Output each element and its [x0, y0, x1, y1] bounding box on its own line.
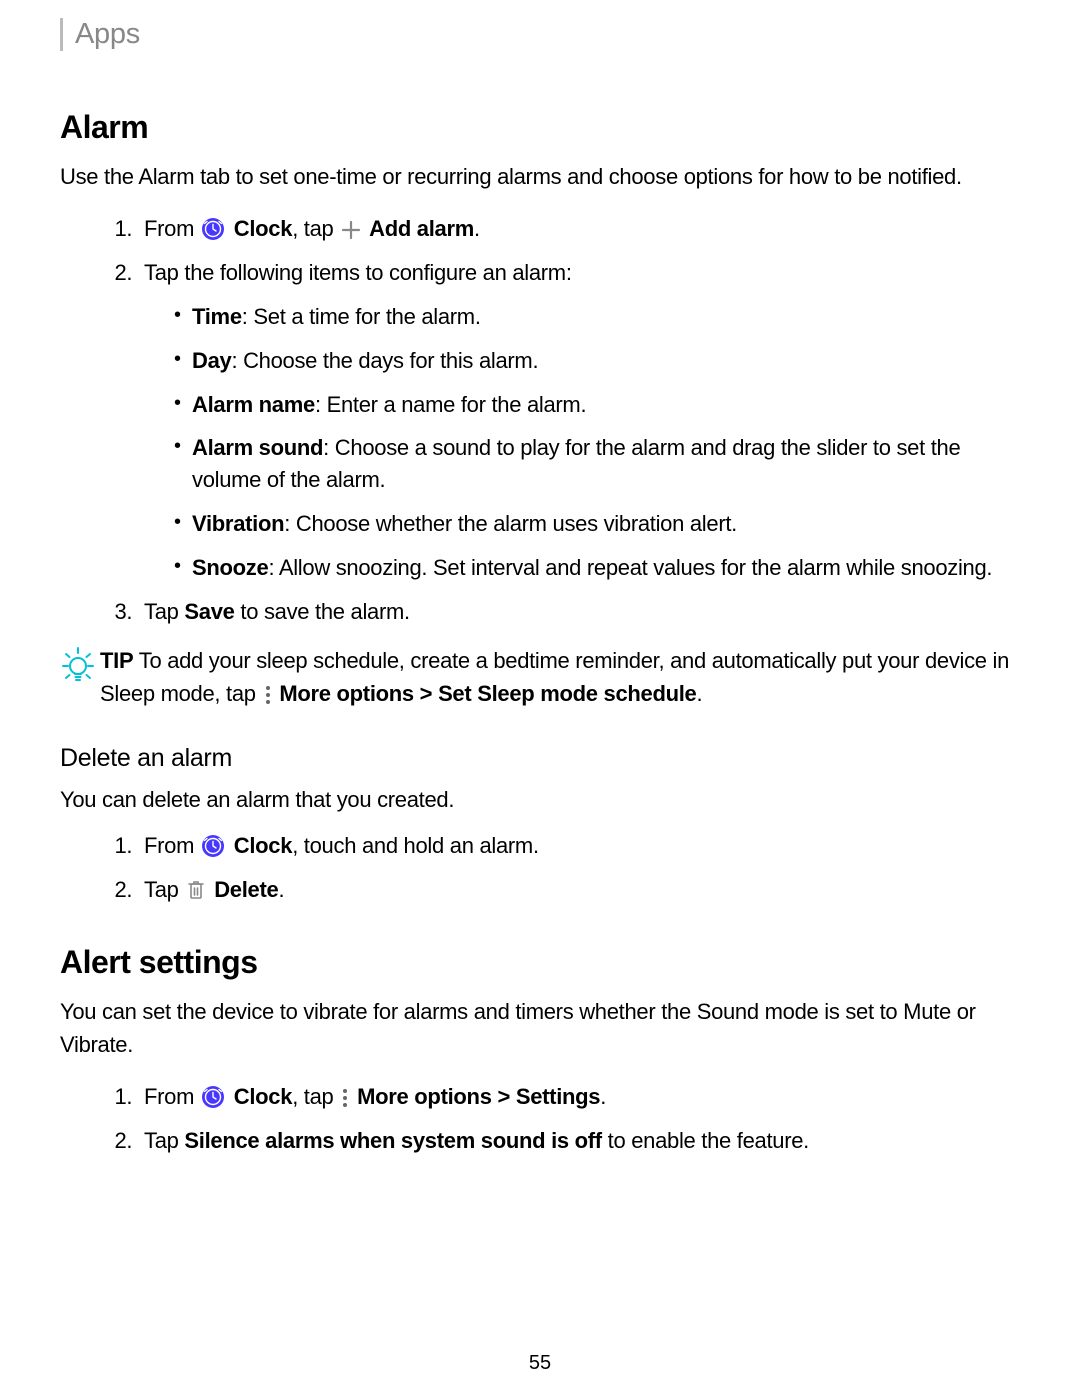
silence-alarms-label: Silence alarms when system sound is off: [184, 1128, 601, 1153]
plus-icon: [341, 220, 361, 240]
config-time: Time: Set a time for the alarm.: [174, 301, 1020, 333]
add-alarm-label: Add alarm: [369, 216, 474, 241]
config-label: Snooze: [192, 555, 268, 580]
text-from: From: [144, 833, 194, 858]
heading-alarm: Alarm: [60, 109, 1020, 146]
alert-step-1: From Clock, tap More options > Settings.: [138, 1081, 1020, 1113]
more-options-label: More options: [357, 1084, 492, 1109]
config-label: Alarm sound: [192, 435, 323, 460]
heading-delete-alarm: Delete an alarm: [60, 744, 1020, 773]
alarm-step-2: Tap the following items to configure an …: [138, 257, 1020, 584]
period: .: [696, 681, 702, 706]
alert-steps: From Clock, tap More options > Settings.…: [60, 1081, 1020, 1157]
text-tap: , tap: [292, 216, 333, 241]
period: .: [600, 1084, 606, 1109]
text-from: From: [144, 216, 194, 241]
alarm-intro: Use the Alarm tab to set one-time or rec…: [60, 160, 1020, 193]
config-desc: : Choose whether the alarm uses vibratio…: [284, 511, 737, 536]
text-rest: , touch and hold an alarm.: [292, 833, 539, 858]
config-day: Day: Choose the days for this alarm.: [174, 345, 1020, 377]
tip-callout: TIP To add your sleep schedule, create a…: [60, 644, 1020, 710]
config-label: Day: [192, 348, 231, 373]
clock-label: Clock: [234, 1084, 292, 1109]
breadcrumb: Apps: [60, 18, 1020, 51]
config-alarm-name: Alarm name: Enter a name for the alarm.: [174, 389, 1020, 421]
clock-label: Clock: [234, 833, 292, 858]
settings-label: Settings: [516, 1084, 600, 1109]
clock-label: Clock: [234, 216, 292, 241]
config-desc: : Choose the days for this alarm.: [231, 348, 538, 373]
trash-icon: [186, 879, 206, 901]
lightbulb-icon: [60, 644, 96, 686]
tip-label: TIP: [100, 648, 133, 673]
config-desc: : Allow snoozing. Set interval and repea…: [268, 555, 992, 580]
config-vibration: Vibration: Choose whether the alarm uses…: [174, 508, 1020, 540]
clock-icon: [201, 834, 225, 858]
text-tap: , tap: [292, 1084, 333, 1109]
text-from: From: [144, 1084, 194, 1109]
config-desc: : Set a time for the alarm.: [242, 304, 481, 329]
more-options-label: More options: [279, 681, 414, 706]
heading-alert-settings: Alert settings: [60, 944, 1020, 981]
alarm-step-3: Tap Save to save the alarm.: [138, 596, 1020, 628]
alarm-step-1: From Clock, tap Add alarm.: [138, 213, 1020, 245]
more-options-icon: [264, 685, 272, 705]
delete-label: Delete: [214, 877, 278, 902]
text-tap: Tap: [144, 599, 184, 624]
delete-intro: You can delete an alarm that you created…: [60, 783, 1020, 816]
clock-icon: [201, 217, 225, 241]
config-desc: : Enter a name for the alarm.: [315, 392, 586, 417]
save-label: Save: [184, 599, 234, 624]
alert-step-2: Tap Silence alarms when system sound is …: [138, 1125, 1020, 1157]
config-label: Alarm name: [192, 392, 315, 417]
config-label: Time: [192, 304, 242, 329]
text-rest: to enable the feature.: [602, 1128, 809, 1153]
alarm-steps: From Clock, tap Add alarm. Tap the follo…: [60, 213, 1020, 628]
config-snooze: Snooze: Allow snoozing. Set interval and…: [174, 552, 1020, 584]
page-container: Apps Alarm Use the Alarm tab to set one-…: [0, 0, 1080, 1397]
text-tap: Tap: [144, 877, 184, 902]
more-options-icon: [341, 1088, 349, 1108]
text-rest: to save the alarm.: [235, 599, 410, 624]
text-tap: Tap: [144, 1128, 184, 1153]
set-sleep-schedule-label: Set Sleep mode schedule: [438, 681, 696, 706]
period: .: [474, 216, 480, 241]
delete-step-2: Tap Delete.: [138, 874, 1020, 906]
period: .: [278, 877, 284, 902]
delete-steps: From Clock, touch and hold an alarm. Tap…: [60, 830, 1020, 906]
alarm-config-list: Time: Set a time for the alarm. Day: Cho…: [144, 301, 1020, 584]
step2-lead: Tap the following items to configure an …: [144, 260, 572, 285]
page-number: 55: [0, 1352, 1080, 1375]
config-label: Vibration: [192, 511, 284, 536]
gt: >: [414, 681, 438, 706]
clock-icon: [201, 1085, 225, 1109]
tip-text: TIP To add your sleep schedule, create a…: [100, 644, 1020, 710]
delete-step-1: From Clock, touch and hold an alarm.: [138, 830, 1020, 862]
alert-intro: You can set the device to vibrate for al…: [60, 995, 1020, 1061]
config-alarm-sound: Alarm sound: Choose a sound to play for …: [174, 432, 1020, 496]
gt: >: [492, 1084, 516, 1109]
